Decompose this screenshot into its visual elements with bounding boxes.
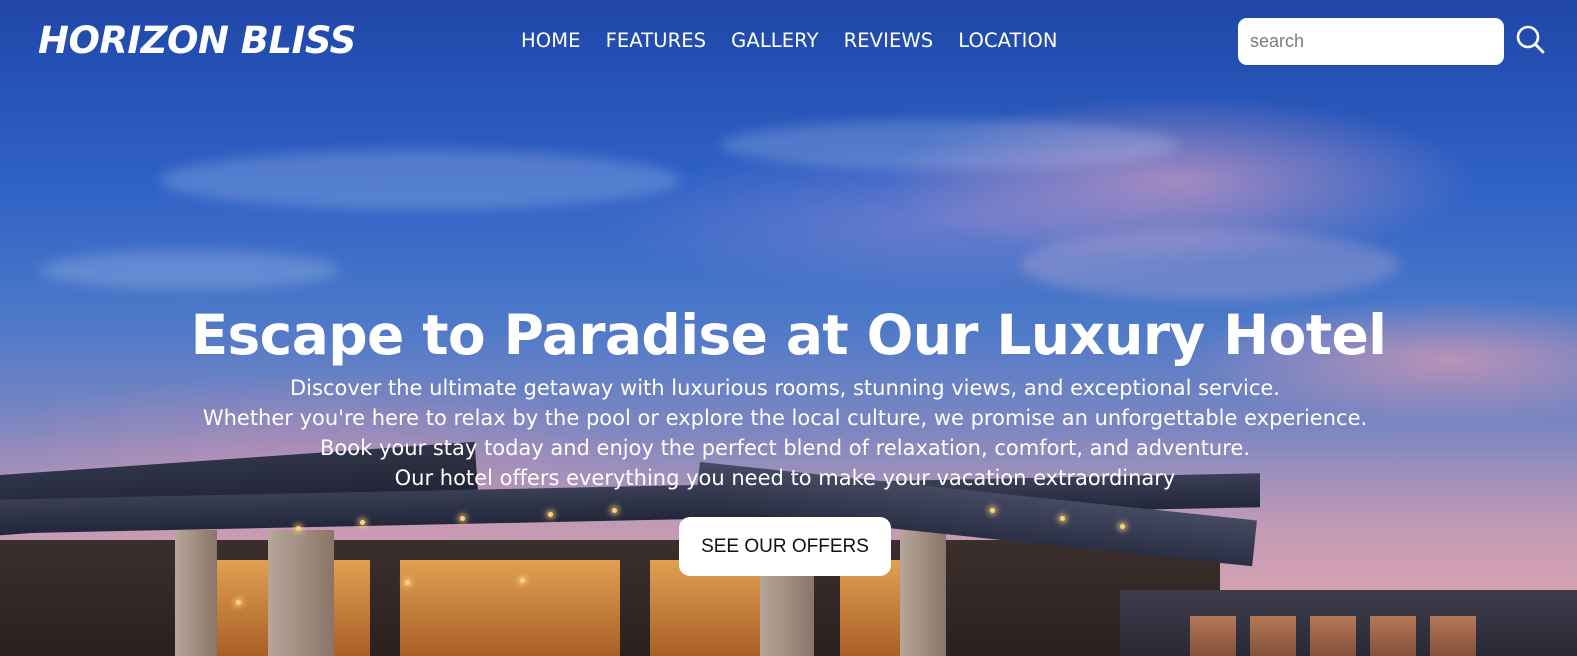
nav-link-features[interactable]: FEATURES [606,29,707,52]
search-icon[interactable] [1515,24,1547,56]
ceiling-light [460,516,465,521]
ceiling-light [236,600,241,605]
tagline-line: Whether you're here to relax by the pool… [202,406,1368,430]
nav-item: HOME [521,28,581,54]
ceiling-light [548,512,553,517]
ceiling-light [520,578,525,583]
hero-headline: Escape to Paradise at Our Luxury Hotel [190,303,1387,367]
nav-link-gallery[interactable]: GALLERY [731,29,818,52]
wing-window [1370,616,1416,656]
tagline-line: Discover the ultimate getaway with luxur… [290,376,1280,400]
nav-item: LOCATION [958,28,1057,54]
nav-link-reviews[interactable]: REVIEWS [844,29,934,52]
ceiling-light [612,508,617,513]
building-pillar [175,530,217,656]
nav-item: FEATURES [606,28,707,54]
nav-item: GALLERY [731,28,818,54]
see-offers-button[interactable]: SEE OUR OFFERS [679,517,891,576]
nav-item: REVIEWS [844,28,934,54]
ceiling-light [1120,524,1125,529]
ceiling-light [405,580,410,585]
wing-window [1310,616,1356,656]
site-logo[interactable]: HORIZON BLISS [38,20,356,62]
ceiling-light [1060,516,1065,521]
wing-window [1430,616,1476,656]
ceiling-light [990,508,995,513]
ceiling-light [296,526,301,531]
nav-link-location[interactable]: LOCATION [958,29,1057,52]
main-nav: HOME FEATURES GALLERY REVIEWS LOCATION [521,28,1058,54]
tagline-line: Our hotel offers everything you need to … [394,466,1176,490]
building-pillar [268,530,334,656]
wing-window [1190,616,1236,656]
hero-section: HORIZON BLISS HOME FEATURES GALLERY REVI… [0,0,1577,656]
ceiling-light [360,520,365,525]
building-pillar [900,530,946,656]
nav-link-home[interactable]: HOME [521,29,581,52]
wing-window [1250,616,1296,656]
lobby-glow [400,560,620,656]
search-input[interactable] [1238,18,1504,65]
tagline-line: Book your stay today and enjoy the perfe… [320,436,1250,460]
hero-tagline: Discover the ultimate getaway with luxur… [0,373,1570,493]
